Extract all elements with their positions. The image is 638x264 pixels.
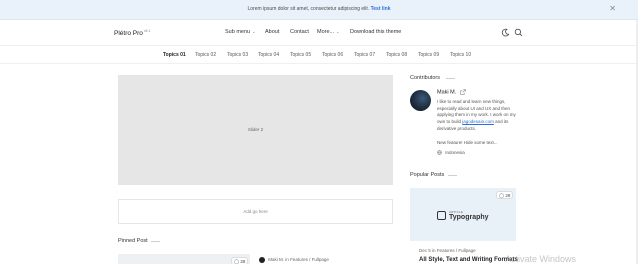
topic-tab-01[interactable]: Topics 01 — [163, 52, 186, 58]
topic-tab-08[interactable]: Topics 08 — [386, 52, 407, 58]
ad-label: Add go here — [243, 209, 268, 214]
topic-tab-06[interactable]: Topics 06 — [322, 52, 343, 58]
location-text: Indonesia — [445, 150, 465, 155]
popular-post-title[interactable]: All Style, Text and Writing Formats — [419, 257, 518, 263]
popular-posts-heading: Popular Posts — [410, 172, 445, 178]
external-link-icon[interactable] — [460, 89, 466, 95]
meta-in: in — [432, 248, 436, 253]
thumb-title: Typography — [449, 214, 489, 221]
category-links[interactable]: Features / Fullpage — [290, 257, 329, 262]
category-links[interactable]: Features / Fullpage — [437, 248, 476, 253]
bio-extra-text[interactable]: New feature! Hide some text... — [437, 140, 498, 145]
nav-label[interactable]: More... — [317, 29, 334, 35]
topic-tab-09[interactable]: Topics 09 — [418, 52, 439, 58]
section-divider — [446, 78, 455, 79]
contributor-name[interactable]: Maki M. — [437, 89, 466, 95]
notice-bar: Lorem ipsum dolor sit amet, consectetur … — [0, 0, 638, 20]
close-icon[interactable]: ✕ — [609, 5, 616, 13]
contributor-bio: I like to read and learn new things, esp… — [437, 99, 519, 133]
globe-icon — [437, 150, 442, 156]
notice-text: Lorem ipsum dolor sit amet, consectetur … — [0, 6, 638, 12]
logo-version: v6.1 — [143, 29, 151, 33]
notice-message: Lorem ipsum dolor sit amet, consectetur … — [247, 6, 370, 12]
featured-slider[interactable]: Slider 2 — [118, 75, 393, 185]
nav-item-more[interactable]: More... ⌄ — [317, 29, 339, 35]
notice-link[interactable]: Test link — [371, 6, 391, 12]
comment-count-badge[interactable]: ◯ 28 — [496, 191, 514, 199]
popular-post-meta: Dec 5 in Features / Fullpage — [419, 248, 476, 253]
site-logo[interactable]: Plétro Prov6.1 — [114, 29, 151, 37]
topic-tab-05[interactable]: Topics 05 — [290, 52, 311, 58]
topic-tab-10[interactable]: Topics 10 — [450, 52, 471, 58]
contributor-name-text[interactable]: Maki M. — [437, 89, 456, 95]
topic-tab-02[interactable]: Topics 02 — [195, 52, 216, 58]
search-icon[interactable] — [514, 28, 523, 37]
comment-icon: ◯ — [499, 193, 505, 198]
contributor-location: Indonesia — [437, 150, 465, 156]
chevron-down-icon: ⌄ — [252, 29, 256, 34]
nav-item-contact[interactable]: Contact — [290, 29, 309, 35]
meta-in: in — [285, 257, 289, 263]
chevron-down-icon: ⌄ — [336, 29, 340, 34]
nav-item-sub-menu[interactable]: Sub menu ⌄ — [225, 29, 255, 35]
section-divider — [448, 175, 457, 176]
topic-tab-04[interactable]: Topics 04 — [258, 52, 279, 58]
pinned-post-heading: Pinned Post — [118, 238, 148, 244]
section-divider — [151, 241, 160, 242]
dark-mode-icon[interactable] — [501, 28, 510, 37]
popular-post-thumbnail[interactable]: ◯ 28 ARTICLE Typography — [410, 188, 516, 241]
topics-bar: Topics 01 Topics 02 Topics 03 Topics 04 … — [0, 46, 638, 64]
comment-icon: ◯ — [234, 259, 240, 264]
site-header: Plétro Prov6.1 Sub menu ⌄ About Contact M… — [0, 20, 638, 46]
comment-count: 28 — [505, 193, 511, 198]
pinned-post-thumbnail[interactable]: ◯ 28 — [118, 254, 250, 264]
activation-watermark: Activate Windows — [505, 254, 577, 264]
nav-item-download[interactable]: Download this theme — [350, 29, 401, 35]
ad-box[interactable]: Add go here — [118, 199, 393, 224]
nav-item-about[interactable]: About — [265, 29, 279, 35]
logo-text[interactable]: Plétro Pro — [114, 30, 143, 37]
contributors-heading: Contributors — [410, 75, 440, 81]
pinned-post-meta: Maki M. in Features / Fullpage — [259, 257, 329, 263]
typography-icon — [437, 211, 446, 220]
post-date: Dec 5 — [419, 248, 431, 253]
comment-count: 28 — [240, 259, 246, 264]
author-link[interactable]: Maki M. — [268, 257, 284, 262]
bio-link[interactable]: jagodesain.com — [462, 119, 494, 124]
comment-count-badge[interactable]: ◯ 28 — [231, 257, 249, 264]
slider-label: Slider 2 — [247, 127, 264, 132]
nav-label[interactable]: Sub menu — [225, 29, 250, 35]
topic-tab-07[interactable]: Topics 07 — [354, 52, 375, 58]
author-avatar — [259, 257, 265, 263]
avatar[interactable] — [410, 90, 431, 111]
topic-tab-03[interactable]: Topics 03 — [227, 52, 248, 58]
